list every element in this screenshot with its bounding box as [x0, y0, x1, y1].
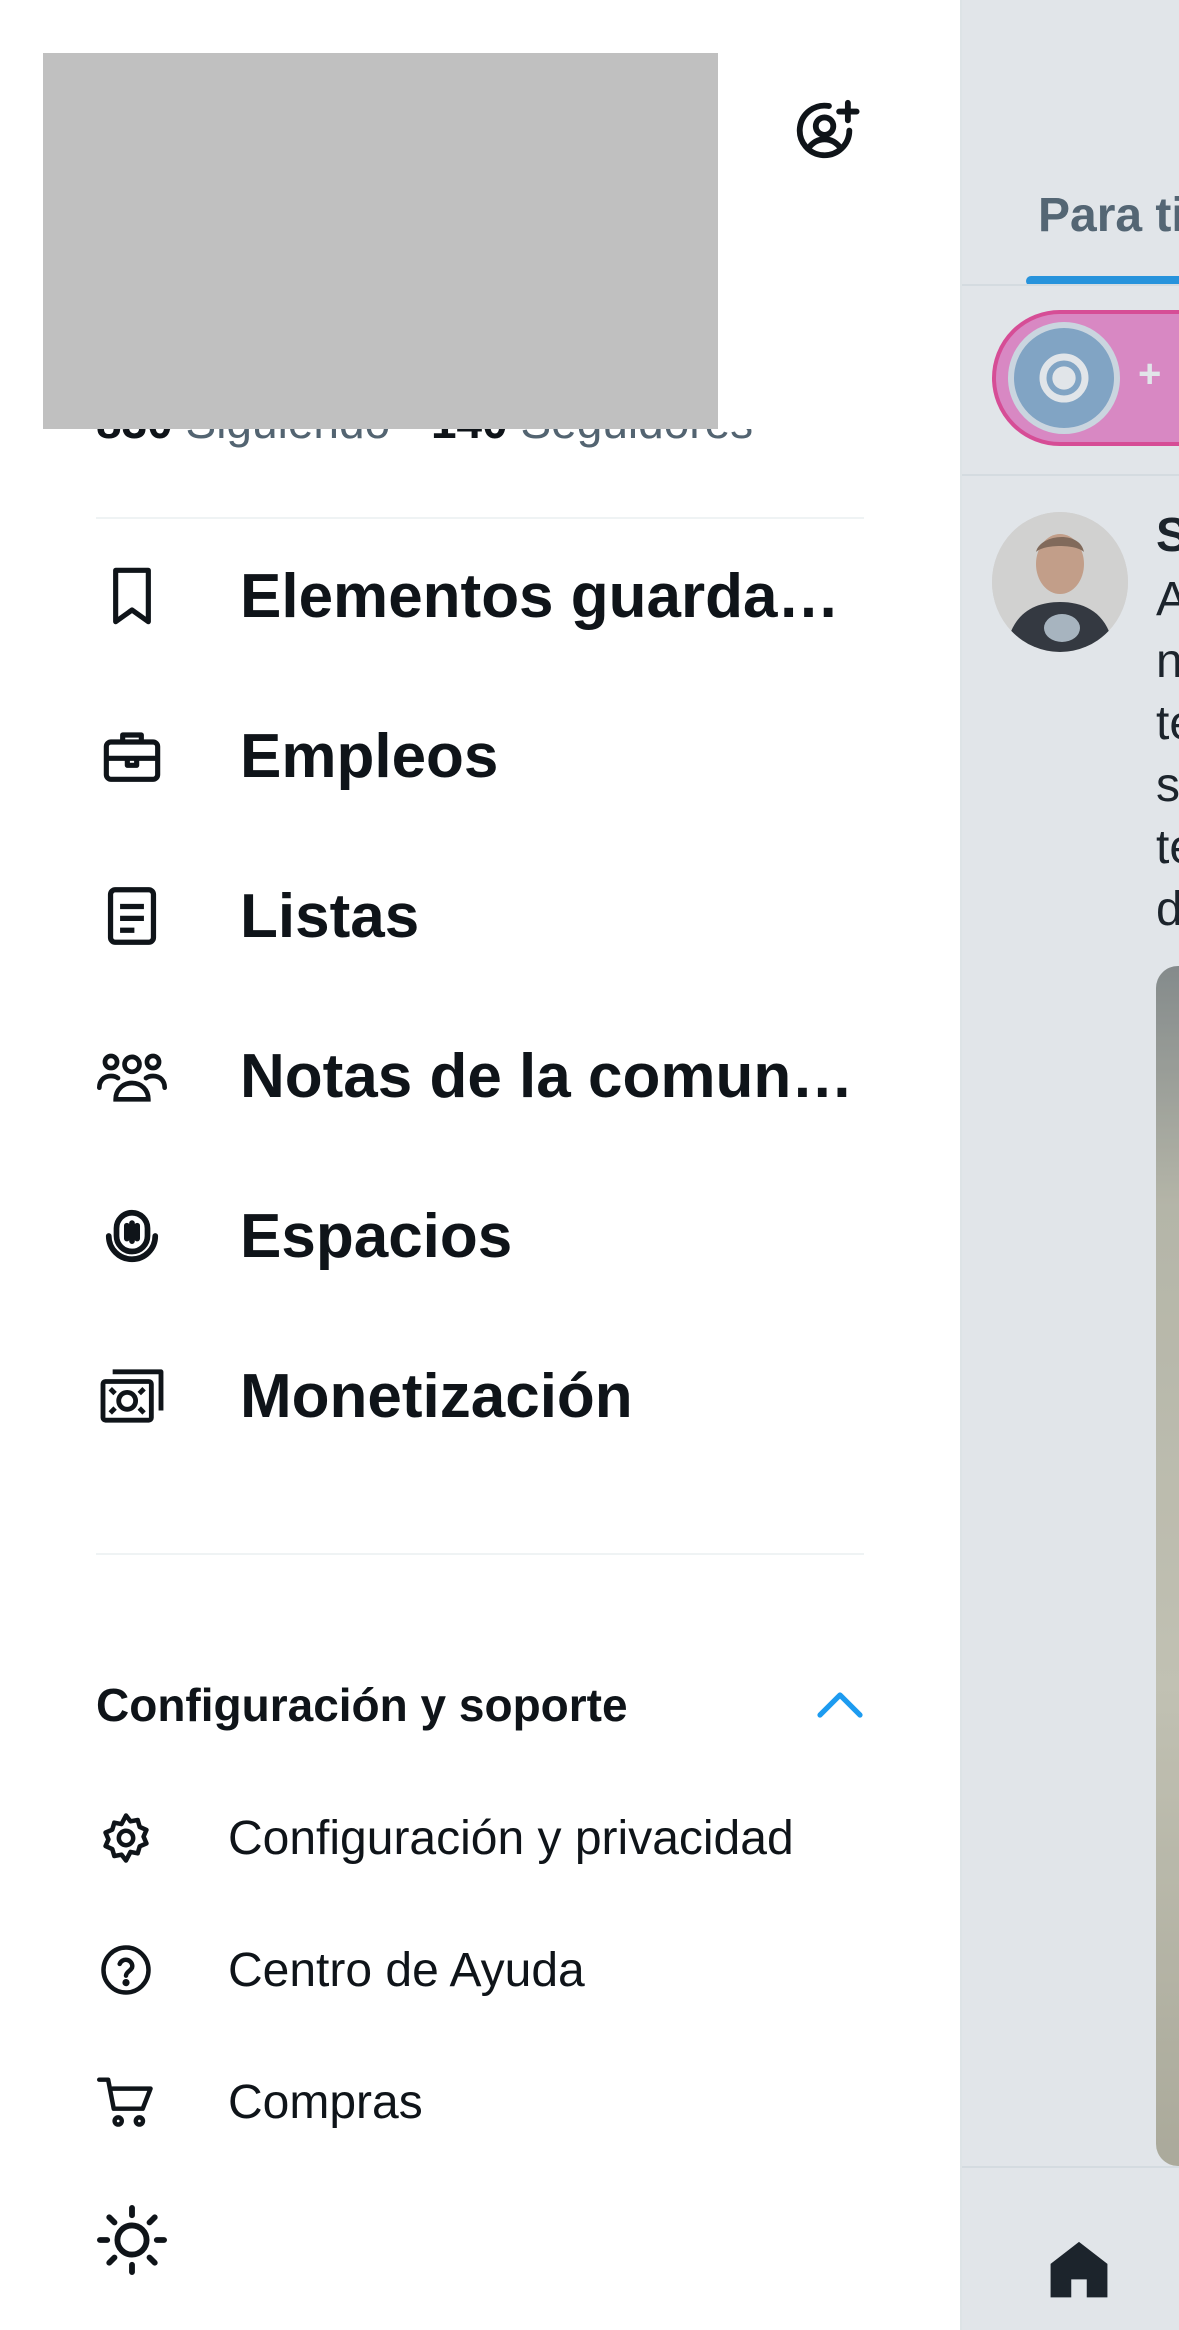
- list-icon: [96, 880, 168, 952]
- community-notes-icon: [96, 1040, 168, 1112]
- gear-icon: [96, 1808, 156, 1868]
- divider: [96, 1553, 864, 1555]
- settings-privacy-item[interactable]: Configuración y privacidad: [96, 1788, 864, 1888]
- chevron-up-icon: [817, 1692, 863, 1718]
- cart-icon: [96, 2072, 156, 2132]
- post-text-line: te: [1156, 821, 1179, 874]
- live-spaces-pill[interactable]: +: [992, 310, 1179, 446]
- post-text-line: te: [1156, 697, 1179, 750]
- spaces-avatar: [1008, 322, 1120, 434]
- bottom-navigation: [962, 2166, 1179, 2330]
- post-author-name[interactable]: S: [1156, 508, 1179, 563]
- theme-toggle-button[interactable]: [96, 2200, 168, 2280]
- home-icon[interactable]: [1048, 2238, 1110, 2300]
- post-author-avatar[interactable]: [992, 512, 1128, 652]
- divider: [96, 517, 864, 519]
- help-icon: [96, 1940, 156, 2000]
- home-feed: Para ti + S A n te s te d: [960, 0, 1179, 2330]
- post-media-image[interactable]: [1156, 966, 1179, 2166]
- post-text-line: d: [1156, 882, 1179, 937]
- menu-item-monetization[interactable]: Monetización: [96, 1336, 864, 1456]
- money-icon: [96, 1360, 168, 1432]
- add-account-icon: [796, 99, 860, 159]
- post-text-line: A: [1156, 572, 1179, 627]
- briefcase-icon: [96, 720, 168, 792]
- navigation-drawer: 830 Siguiendo 140 Seguidores Elementos g…: [0, 0, 960, 2330]
- menu-item-lists[interactable]: Listas: [96, 856, 864, 976]
- avatar-icon: [1039, 353, 1089, 403]
- menu-item-jobs[interactable]: Empleos: [96, 696, 864, 816]
- feed-divider: [962, 474, 1179, 476]
- add-account-button[interactable]: [790, 96, 862, 168]
- tab-border: [962, 284, 1179, 286]
- sun-icon: [97, 2205, 167, 2275]
- bookmark-icon: [96, 560, 168, 632]
- redacted-profile-header: [43, 53, 718, 429]
- person-photo: [992, 512, 1128, 652]
- post-text-line: s: [1156, 759, 1179, 812]
- settings-support-toggle[interactable]: Configuración y soporte: [96, 1670, 864, 1740]
- menu-item-community-notes[interactable]: Notas de la comunidad: [96, 1016, 864, 1136]
- tab-for-you[interactable]: Para ti: [1038, 188, 1179, 243]
- menu-item-spaces[interactable]: Espacios: [96, 1176, 864, 1296]
- post-text-line: n: [1156, 634, 1179, 689]
- menu-item-bookmarks[interactable]: Elementos guardados: [96, 536, 864, 656]
- purchases-item[interactable]: Compras: [96, 2052, 864, 2152]
- spaces-icon: [96, 1200, 168, 1272]
- help-center-item[interactable]: Centro de Ayuda: [96, 1920, 864, 2020]
